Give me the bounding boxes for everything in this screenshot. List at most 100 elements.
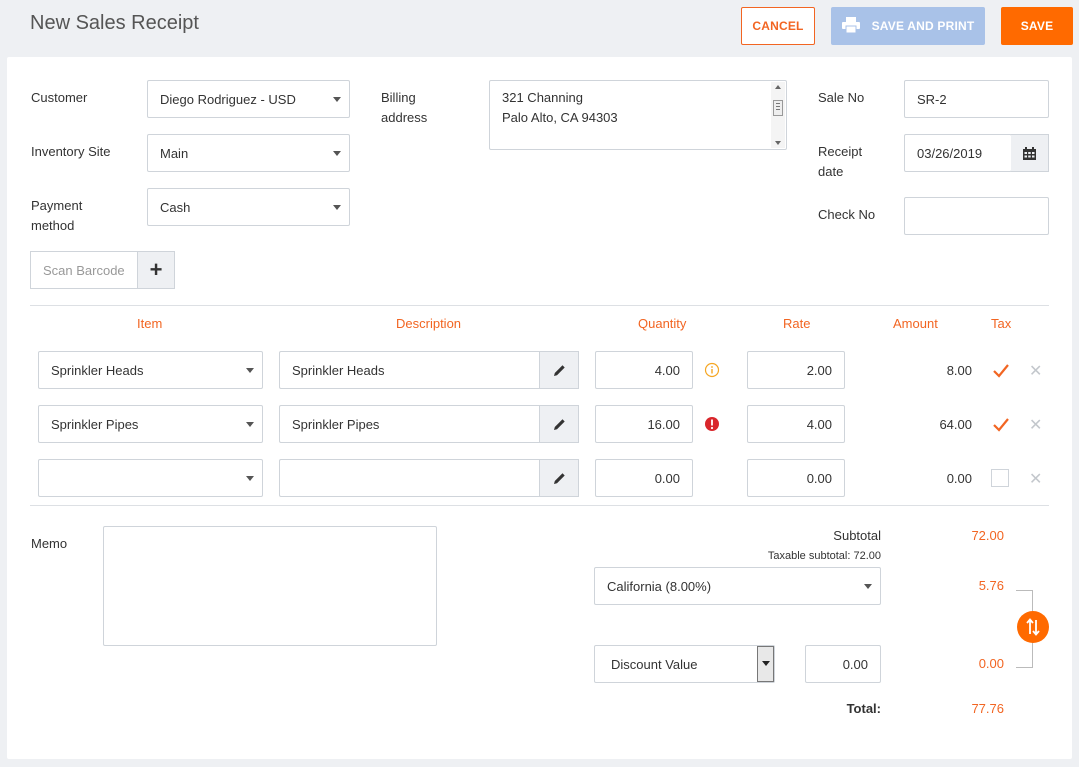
- chevron-down-icon: [333, 97, 341, 102]
- description-input[interactable]: Sprinkler Heads: [279, 351, 541, 389]
- amount-value: 0.00: [946, 471, 972, 486]
- remove-row-icon[interactable]: ✕: [1029, 361, 1042, 381]
- memo-label: Memo: [31, 536, 68, 551]
- billing-address-textarea[interactable]: 321 Channing Palo Alto, CA 94303: [489, 80, 787, 150]
- quantity-input[interactable]: 0.00: [595, 459, 693, 497]
- discount-input[interactable]: 0.00: [805, 645, 881, 683]
- chevron-down-icon: [246, 368, 254, 373]
- tax-value: 5.76: [978, 578, 1004, 593]
- check-no-input[interactable]: [904, 197, 1049, 235]
- column-header-tax: Tax: [991, 316, 1012, 331]
- edit-description-button[interactable]: [539, 459, 579, 497]
- customer-select[interactable]: Diego Rodriguez - USD: [147, 80, 350, 118]
- item-select[interactable]: [38, 459, 263, 497]
- receipt-date-label-2: date: [818, 164, 844, 179]
- checkmark-icon: [993, 364, 1009, 378]
- customer-value: Diego Rodriguez - USD: [160, 91, 296, 107]
- receipt-date-label-1: Receipt: [818, 144, 863, 159]
- edit-description-button[interactable]: [539, 405, 579, 443]
- tax-rate-select[interactable]: California (8.00%): [594, 567, 881, 605]
- pencil-icon: [553, 364, 565, 376]
- column-header-quantity: Quantity: [638, 316, 687, 331]
- inventory-site-select[interactable]: Main: [147, 134, 350, 172]
- payment-method-value: Cash: [160, 199, 191, 215]
- edit-description-button[interactable]: [539, 351, 579, 389]
- add-barcode-button[interactable]: +: [137, 251, 175, 289]
- discount-dropdown-button[interactable]: [757, 646, 774, 682]
- tax-rate-value: California (8.00%): [607, 578, 712, 594]
- memo-textarea[interactable]: [103, 526, 437, 646]
- tax-checkbox[interactable]: [991, 469, 1009, 487]
- customer-label: Customer: [31, 90, 88, 105]
- chevron-down-icon: [333, 205, 341, 210]
- cancel-button[interactable]: CANCEL: [741, 7, 815, 45]
- chevron-down-icon: [762, 661, 770, 666]
- page-title: New Sales Receipt: [30, 12, 199, 34]
- save-and-print-button[interactable]: SAVE AND PRINT: [831, 7, 985, 45]
- payment-method-label-1: Payment: [31, 198, 83, 213]
- sale-no-label: Sale No: [818, 90, 865, 105]
- item-value: Sprinkler Heads: [51, 362, 144, 378]
- chevron-down-icon: [333, 151, 341, 156]
- column-header-amount: Amount: [893, 316, 938, 331]
- rate-input[interactable]: 2.00: [747, 351, 845, 389]
- chevron-down-icon: [246, 476, 254, 481]
- chevron-down-icon: [246, 422, 254, 427]
- item-value: Sprinkler Pipes: [51, 416, 139, 432]
- amount-value: 8.00: [946, 363, 972, 378]
- inventory-site-value: Main: [160, 145, 189, 161]
- scroll-down-icon[interactable]: [775, 141, 781, 145]
- pencil-icon: [553, 472, 565, 484]
- scroll-thumb[interactable]: [773, 100, 783, 116]
- total-value: 77.76: [971, 701, 1004, 716]
- quantity-input[interactable]: 16.00: [595, 405, 693, 443]
- billing-scrollbar[interactable]: [771, 82, 785, 148]
- receipt-date-input[interactable]: 03/26/2019: [904, 134, 1012, 172]
- item-select[interactable]: Sprinkler Pipes: [38, 405, 263, 443]
- billing-line-2: Palo Alto, CA 94303: [502, 110, 618, 125]
- rate-input[interactable]: 0.00: [747, 459, 845, 497]
- divider: [30, 305, 1049, 306]
- subtotal-label: Subtotal: [833, 528, 881, 543]
- swap-order-button[interactable]: [1017, 611, 1049, 643]
- taxable-subtotal: Taxable subtotal: 72.00: [767, 550, 881, 562]
- column-header-description: Description: [396, 316, 462, 331]
- chevron-down-icon: [864, 584, 872, 589]
- discount-type-value: Discount Value: [611, 656, 698, 672]
- pencil-icon: [553, 418, 565, 430]
- discount-value: 0.00: [978, 656, 1004, 671]
- rate-input[interactable]: 4.00: [747, 405, 845, 443]
- save-button[interactable]: SAVE: [1001, 7, 1073, 45]
- payment-method-select[interactable]: Cash: [147, 188, 350, 226]
- checkmark-icon: [993, 418, 1009, 432]
- calendar-button[interactable]: [1011, 134, 1049, 172]
- check-no-label: Check No: [818, 207, 876, 222]
- total-label: Total:: [846, 701, 881, 716]
- payment-method-label-2: method: [31, 218, 75, 233]
- amount-value: 64.00: [939, 417, 972, 432]
- tax-checkbox[interactable]: [991, 361, 1009, 379]
- divider: [30, 505, 1049, 506]
- inventory-site-label: Inventory Site: [31, 144, 111, 159]
- item-select[interactable]: Sprinkler Heads: [38, 351, 263, 389]
- error-icon[interactable]: [704, 416, 720, 435]
- printer-icon: [841, 16, 860, 36]
- remove-row-icon[interactable]: ✕: [1029, 469, 1042, 489]
- discount-type-select[interactable]: Discount Value: [594, 645, 775, 683]
- tax-checkbox[interactable]: [991, 415, 1009, 433]
- description-input[interactable]: [279, 459, 541, 497]
- info-icon[interactable]: [704, 362, 720, 381]
- column-header-rate: Rate: [783, 316, 811, 331]
- column-header-item: Item: [137, 316, 163, 331]
- save-and-print-label: SAVE AND PRINT: [871, 19, 975, 33]
- scroll-up-icon[interactable]: [775, 85, 781, 89]
- billing-line-1: 321 Channing: [502, 90, 583, 105]
- sale-no-input[interactable]: SR-2: [904, 80, 1049, 118]
- description-input[interactable]: Sprinkler Pipes: [279, 405, 541, 443]
- calendar-icon: [1023, 146, 1036, 160]
- scan-barcode-input[interactable]: Scan Barcode: [30, 251, 138, 289]
- billing-address-label-2: address: [381, 110, 428, 125]
- remove-row-icon[interactable]: ✕: [1029, 415, 1042, 435]
- quantity-input[interactable]: 4.00: [595, 351, 693, 389]
- swap-vertical-icon: [1026, 618, 1040, 636]
